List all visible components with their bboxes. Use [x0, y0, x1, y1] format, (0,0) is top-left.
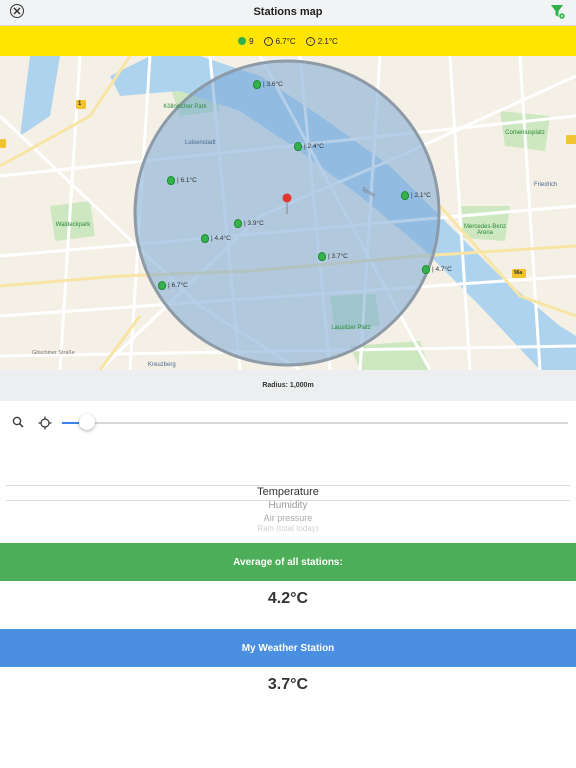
park-label: Comeniusplatz: [505, 130, 545, 136]
weather-station-marker[interactable]: | 3.7°C: [318, 252, 348, 261]
locate-icon[interactable]: [38, 416, 52, 430]
measurement-picker[interactable]: Temperature Humidity Air pressure Rain (…: [0, 480, 576, 538]
station-temp: | 2.1°C: [411, 192, 431, 199]
district-label: Luisenstadt: [185, 140, 216, 146]
weather-station-marker[interactable]: | 3.6°C: [253, 80, 283, 89]
weather-station-marker[interactable]: | 6.1°C: [167, 176, 197, 185]
weather-station-marker[interactable]: | 4.4°C: [201, 234, 231, 243]
average-value: 4.2°C: [267, 590, 309, 607]
picker-option-rain[interactable]: Rain (total today): [0, 524, 576, 533]
station-pin-icon: [158, 281, 166, 290]
weather-station-marker[interactable]: | 4.7°C: [422, 265, 452, 274]
weather-station-marker[interactable]: | 6.7°C: [158, 281, 188, 290]
route-badge: 96a: [514, 270, 523, 276]
navigation-bar: Stations map: [0, 0, 576, 26]
station-pin-icon: [294, 142, 302, 151]
radius-label-bar: Radius: 1,000m: [0, 370, 576, 401]
station-temp: | 4.4°C: [211, 235, 231, 242]
max-temp-value: 6.7°C: [275, 36, 296, 46]
station-temp: | 6.1°C: [177, 177, 197, 184]
radius-slider[interactable]: [62, 414, 568, 430]
arrow-down-icon: ↓: [305, 36, 315, 46]
district-label: Friedrich: [534, 182, 558, 188]
district-label: Kreuzberg: [148, 362, 176, 368]
average-header: Average of all stations:: [0, 543, 576, 581]
station-pin-icon: [401, 191, 409, 200]
stations-summary-bar: 9 ↑ 6.7°C ↓ 2.1°C: [0, 26, 576, 56]
radius-label: Radius: 1,000m: [262, 382, 314, 389]
station-count-value: 9: [249, 36, 254, 46]
min-temp: ↓ 2.1°C: [305, 36, 338, 46]
park-label: Waldeckpark: [55, 222, 91, 228]
station-temp: | 3.9°C: [244, 220, 264, 227]
station-temp: | 2.4°C: [304, 143, 324, 150]
route-badge: 1: [78, 101, 82, 107]
station-pin-icon: [167, 176, 175, 185]
station-temp: | 6.7°C: [168, 282, 188, 289]
filter-icon[interactable]: [550, 3, 566, 21]
weather-station-marker[interactable]: | 2.4°C: [294, 142, 324, 151]
station-temp: | 3.7°C: [328, 253, 348, 260]
station-count: 9: [238, 36, 254, 46]
picker-option-air-pressure[interactable]: Air pressure: [0, 513, 576, 523]
street-label: Gitschiner Straße: [32, 350, 75, 356]
station-pin-icon: [238, 37, 247, 45]
min-temp-value: 2.1°C: [317, 36, 338, 46]
station-pin-icon: [422, 265, 430, 274]
stations-map[interactable]: 1 96a Luisenstadt Friedrich Kreuzberg Gi…: [0, 56, 576, 370]
my-station-header: My Weather Station: [0, 629, 576, 667]
park-label: Mercedes-Benz Arena: [463, 224, 507, 236]
my-station-value: 3.7°C: [267, 676, 309, 693]
weather-station-marker[interactable]: | 3.9°C: [234, 219, 264, 228]
picker-option-temperature[interactable]: Temperature: [0, 486, 576, 498]
picker-option-humidity[interactable]: Humidity: [0, 500, 576, 511]
my-station-header-label: My Weather Station: [241, 642, 335, 654]
weather-station-marker[interactable]: | 2.1°C: [401, 191, 431, 200]
station-temp: | 3.6°C: [263, 81, 283, 88]
station-pin-icon: [234, 219, 242, 228]
average-header-label: Average of all stations:: [233, 556, 343, 568]
station-pin-icon: [201, 234, 209, 243]
max-temp: ↑ 6.7°C: [263, 36, 296, 46]
park-label: Lausitzer Platz: [331, 325, 371, 331]
page-title: Stations map: [253, 6, 323, 18]
station-temp: | 4.7°C: [432, 266, 452, 273]
search-icon[interactable]: [12, 416, 24, 428]
park-label: Köllnischer Park: [163, 104, 207, 110]
arrow-up-icon: ↑: [263, 36, 273, 46]
map-background: [0, 56, 576, 370]
station-pin-icon: [318, 252, 326, 261]
slider-thumb[interactable]: [79, 414, 96, 430]
station-pin-icon: [253, 80, 261, 89]
